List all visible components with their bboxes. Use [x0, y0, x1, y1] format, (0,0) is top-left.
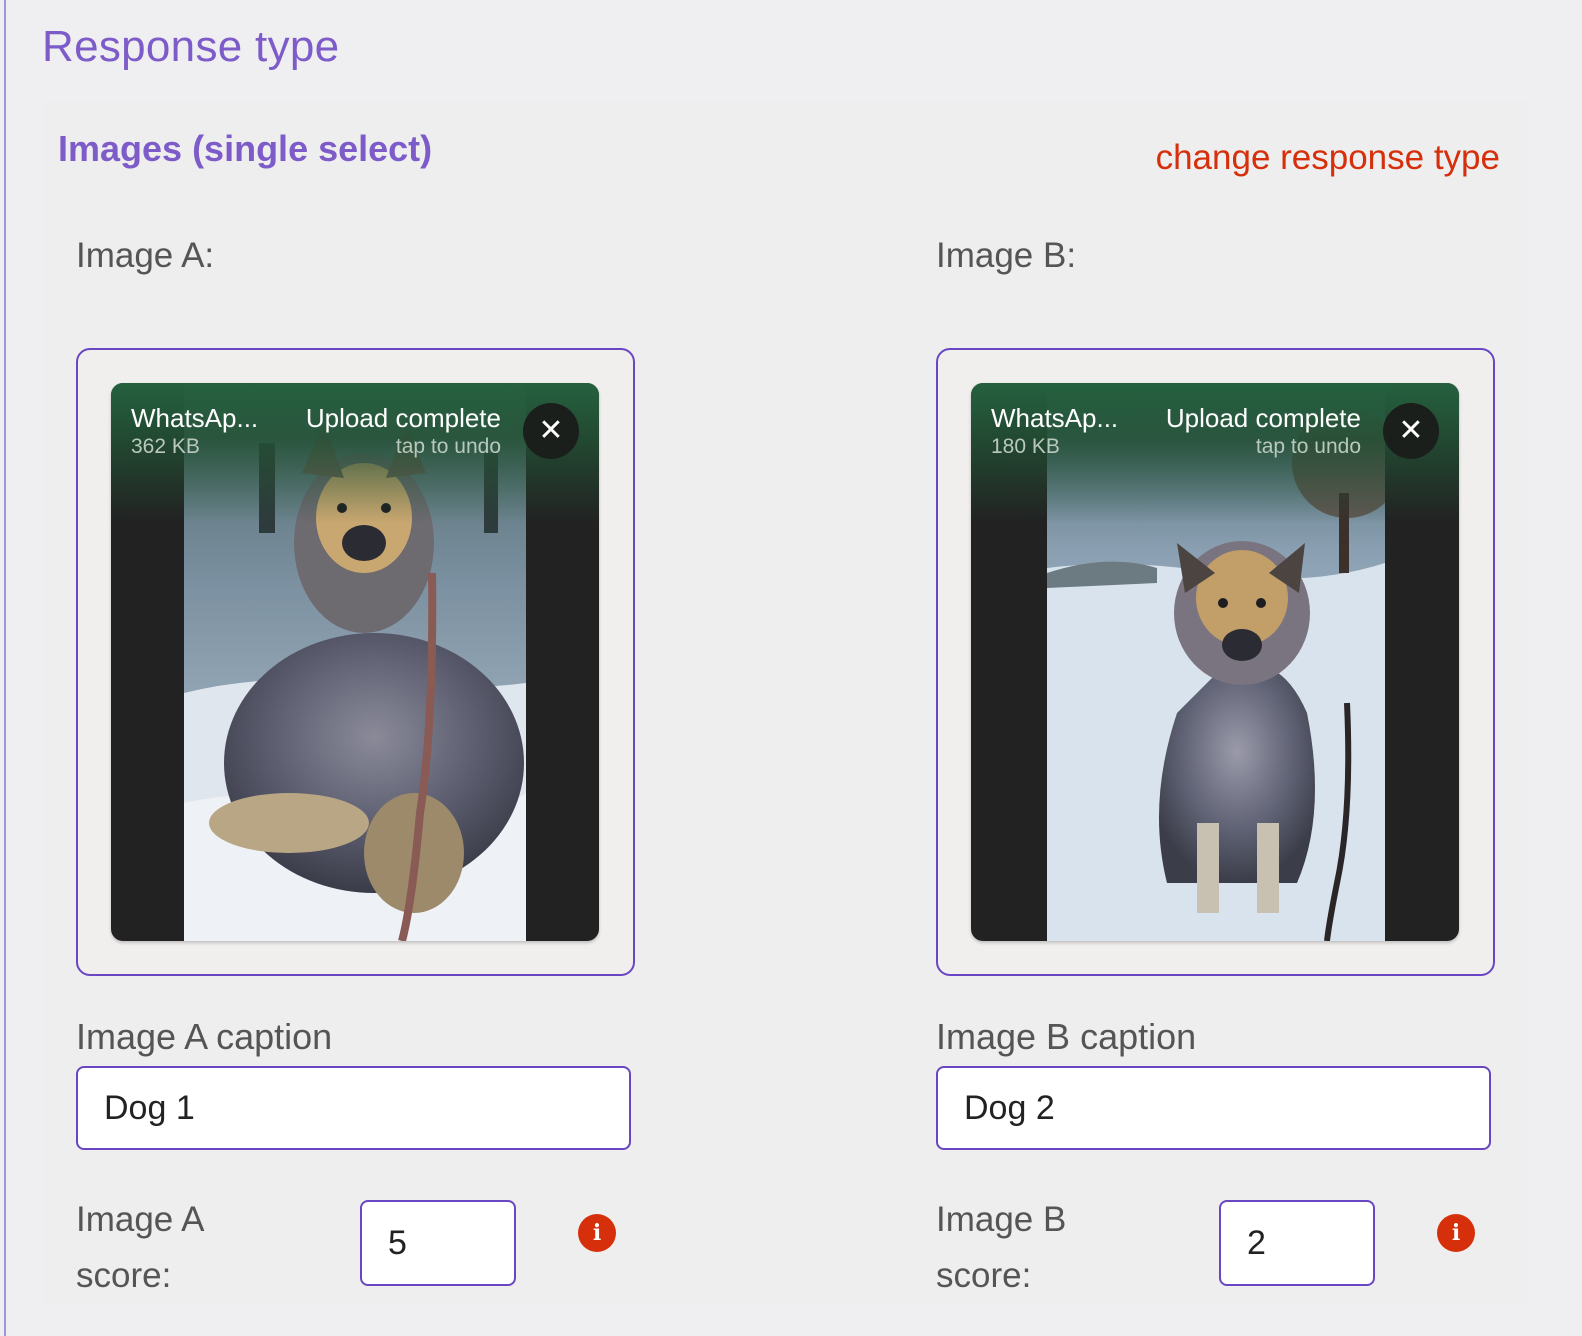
image-b-caption-input[interactable] — [936, 1066, 1491, 1150]
info-icon[interactable]: i — [578, 1214, 616, 1252]
image-b-remove-button[interactable]: ✕ — [1383, 403, 1439, 459]
image-b-upload-status: Upload complete — [1165, 403, 1361, 433]
close-icon: ✕ — [538, 414, 564, 447]
image-a-file-name: WhatsAp... — [131, 403, 259, 433]
image-a-label: Image A: — [76, 236, 215, 275]
image-b-label: Image B: — [936, 236, 1077, 275]
image-b-score-input[interactable] — [1219, 1200, 1375, 1286]
image-b-file-size: 180 KB — [991, 435, 1060, 458]
close-icon: ✕ — [1398, 414, 1424, 447]
image-a-undo-hint[interactable]: tap to undo — [396, 435, 501, 459]
section-title: Response type — [42, 22, 340, 71]
image-a-score-label: Image A score: — [76, 1200, 203, 1295]
image-a-caption-input[interactable] — [76, 1066, 631, 1150]
info-icon[interactable]: i — [1437, 1214, 1475, 1252]
image-b-caption-label: Image B caption — [936, 1016, 1197, 1057]
image-b-file-name: WhatsAp... — [991, 403, 1119, 433]
image-b-upload-card: WhatsAp... 180 KB Upload complete tap to… — [971, 383, 1459, 941]
image-a-remove-button[interactable]: ✕ — [523, 403, 579, 459]
image-a-upload-status: Upload complete — [305, 403, 501, 433]
image-a-file-size: 362 KB — [131, 435, 200, 458]
change-response-type-link[interactable]: change response type — [1156, 138, 1500, 178]
image-b-undo-hint[interactable]: tap to undo — [1256, 435, 1361, 459]
left-rule — [4, 0, 6, 1336]
image-a-score-input[interactable] — [360, 1200, 516, 1286]
image-a-upload-card: WhatsAp... 362 KB Upload complete tap to… — [111, 383, 599, 941]
image-b-dropzone[interactable]: WhatsAp... 180 KB Upload complete tap to… — [936, 348, 1495, 976]
image-b-score-label: Image B score: — [936, 1200, 1067, 1295]
image-a-dropzone[interactable]: WhatsAp... 362 KB Upload complete tap to… — [76, 348, 635, 976]
response-type-label: Images (single select) — [58, 128, 433, 169]
image-a-caption-label: Image A caption — [76, 1016, 333, 1057]
